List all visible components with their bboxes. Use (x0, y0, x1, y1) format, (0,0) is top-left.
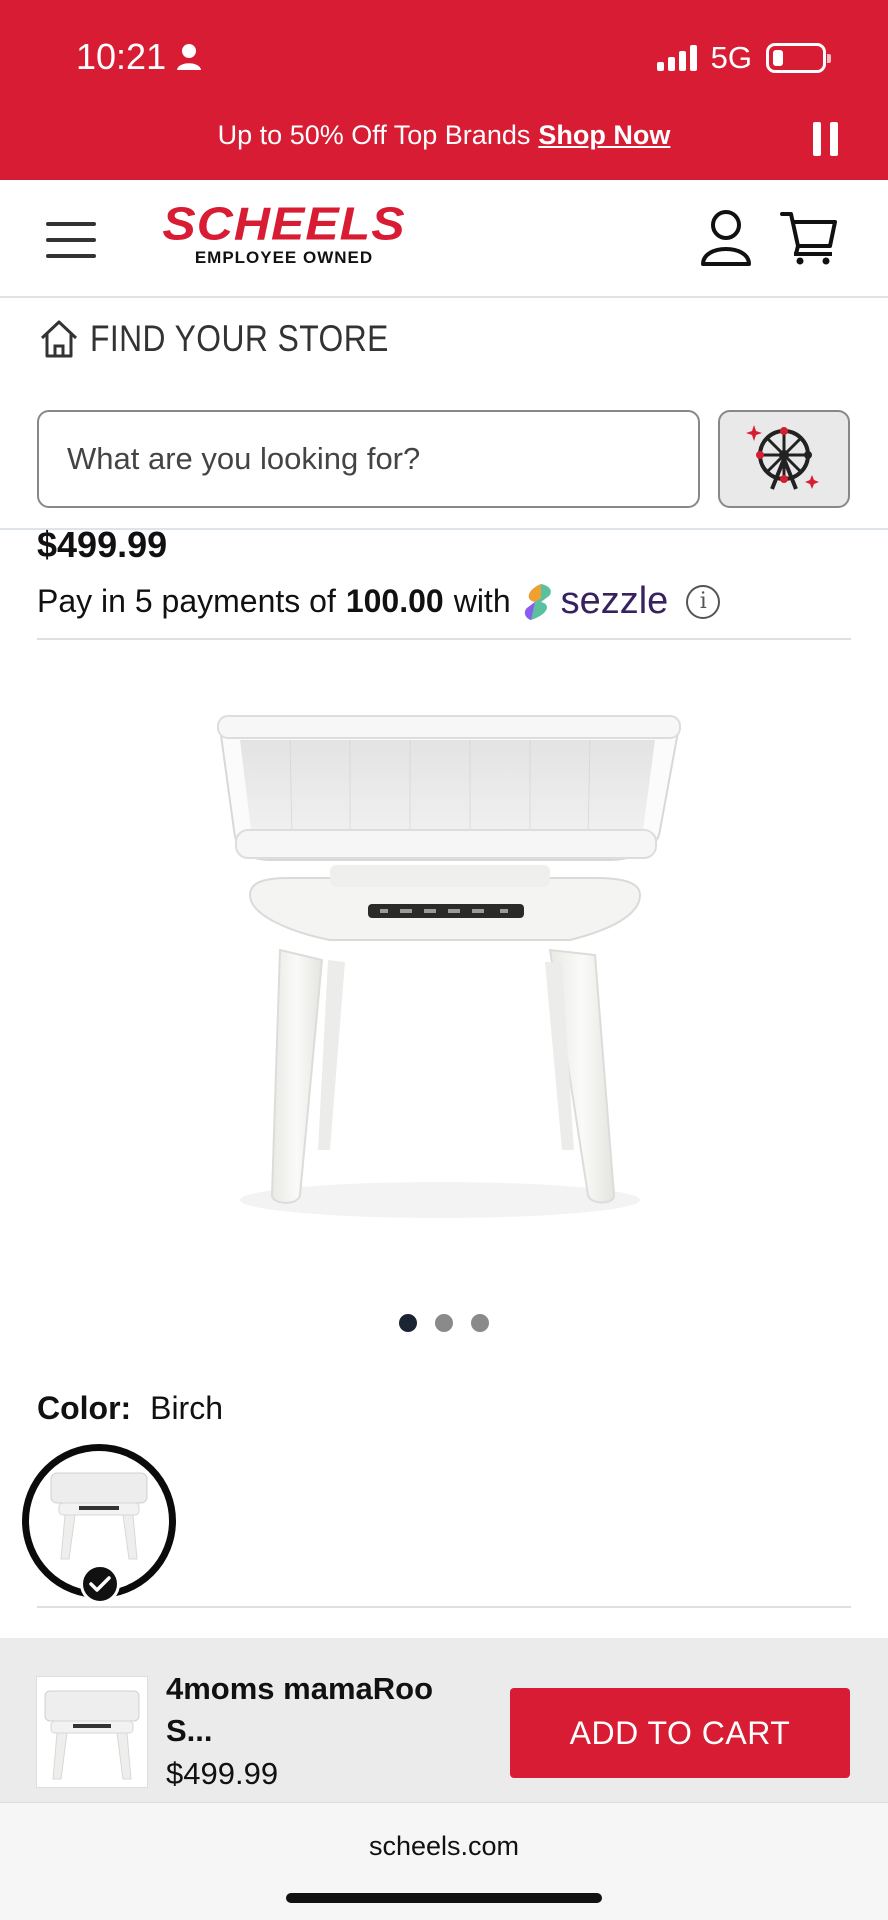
home-indicator (286, 1893, 602, 1903)
site-header: SCHEELS EMPLOYEE OWNED (0, 180, 888, 298)
find-store-link[interactable]: FIND YOUR STORE (38, 318, 437, 360)
logo-subtext: EMPLOYEE OWNED (194, 248, 374, 267)
logo-text: SCHEELS (162, 198, 406, 250)
search-input[interactable] (37, 410, 700, 508)
product-image[interactable] (210, 700, 710, 1260)
signal-icon (656, 45, 697, 71)
network-label: 5G (710, 40, 752, 75)
visual-search-button[interactable] (718, 410, 850, 508)
sezzle-suffix: with (453, 583, 511, 619)
status-indicators: 5G (656, 40, 831, 76)
browser-address-bar: scheels.com (0, 1802, 888, 1920)
sticky-add-to-cart-bar: 4moms mamaRoo S... $499.99 ADD TO CART (0, 1638, 888, 1802)
menu-icon[interactable] (46, 222, 96, 258)
color-selection: Color: Birch (37, 1390, 223, 1427)
sezzle-icon (524, 583, 551, 620)
sticky-product-price: $499.99 (166, 1756, 279, 1791)
color-label: Color: (37, 1390, 132, 1426)
sticky-product-name: 4moms mamaRoo S... (166, 1671, 434, 1748)
promo-banner: Up to 50% Off Top Brands Shop Now (0, 120, 888, 151)
cart-icon[interactable] (780, 210, 838, 266)
divider (37, 638, 851, 640)
add-to-cart-button[interactable]: ADD TO CART (510, 1688, 850, 1778)
battery-icon (766, 43, 831, 73)
info-icon[interactable]: i (686, 584, 721, 619)
color-value: Birch (150, 1390, 223, 1426)
product-price: $499.99 (37, 524, 168, 565)
carousel-dot[interactable] (435, 1314, 453, 1332)
url-text[interactable]: scheels.com (0, 1831, 888, 1862)
carousel-dot[interactable] (399, 1314, 417, 1332)
image-carousel-dots (0, 1314, 888, 1332)
shop-now-link[interactable]: Shop Now (538, 120, 670, 150)
sticky-product-thumbnail (36, 1676, 148, 1788)
sezzle-brand-text: sezzle (560, 580, 669, 622)
divider (37, 1606, 851, 1608)
selected-check-icon (80, 1564, 120, 1604)
sezzle-prefix: Pay in 5 payments of (37, 583, 336, 619)
sezzle-installments: Pay in 5 payments of 100.00 with sezzle … (37, 580, 721, 623)
ferris-wheel-icon (746, 425, 819, 490)
sezzle-amount: 100.00 (345, 583, 444, 619)
person-icon (177, 44, 202, 70)
top-banner: 10:21 5G Up to 50% Off Top Brands Shop No… (0, 0, 888, 180)
pause-icon[interactable] (813, 122, 838, 156)
status-time-text: 10:21 (76, 36, 167, 77)
promo-text: Up to 50% Off Top Brands (217, 120, 531, 150)
account-icon[interactable] (700, 208, 752, 268)
home-icon (40, 320, 78, 358)
carousel-dot[interactable] (471, 1314, 489, 1332)
find-store-label: FIND YOUR STORE (90, 318, 389, 359)
sezzle-logo[interactable]: sezzle (521, 580, 669, 623)
scheels-logo[interactable]: SCHEELS EMPLOYEE OWNED (140, 198, 428, 268)
status-time: 10:21 (76, 36, 202, 78)
